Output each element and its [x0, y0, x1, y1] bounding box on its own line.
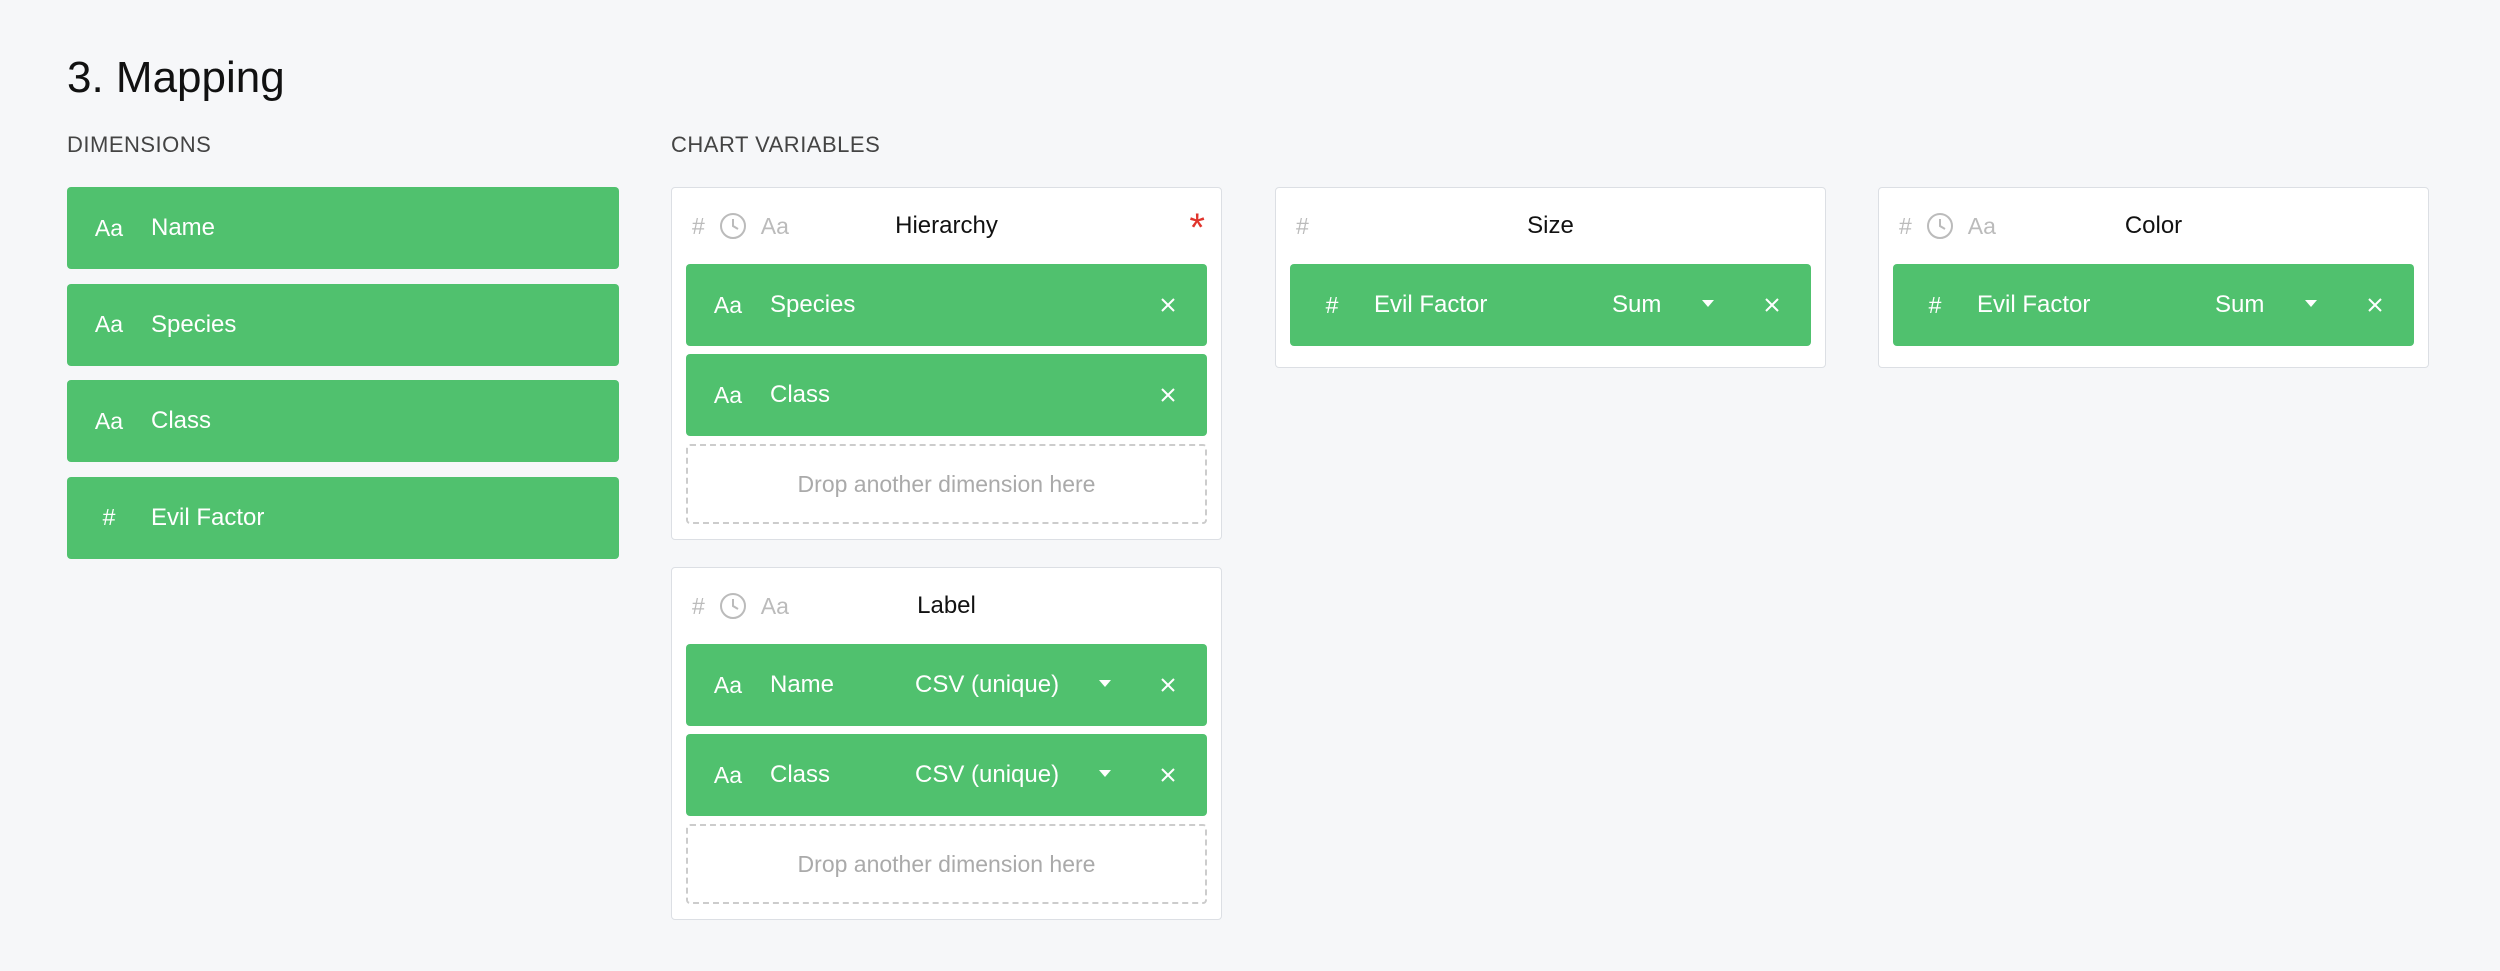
label-variable-card: # Aa Label Aa Name CSV (unique) Aa Class…: [671, 567, 1222, 920]
card-header: # Aa Color: [1879, 188, 2428, 264]
card-header: # Size: [1276, 188, 1825, 264]
dimension-label: Evil Factor: [151, 503, 265, 531]
chevron-down-icon[interactable]: [1099, 680, 1111, 687]
dimension-label: Species: [770, 291, 856, 318]
dimension-label: Evil Factor: [1977, 291, 2091, 318]
aggregation-select[interactable]: CSV (unique): [915, 761, 1059, 789]
chevron-down-icon[interactable]: [1702, 300, 1714, 307]
string-type-icon: Aa: [713, 291, 743, 318]
aggregation-select[interactable]: CSV (unique): [915, 671, 1059, 699]
size-variable-card: # Size # Evil Factor Sum: [1275, 187, 1826, 368]
mapped-dimension-class[interactable]: Aa Class: [686, 354, 1207, 436]
hierarchy-variable-card: # Aa Hierarchy * Aa Species Aa Class Dro…: [671, 187, 1222, 540]
dimension-label: Class: [151, 407, 212, 434]
card-title: Color: [2124, 212, 2183, 239]
close-icon[interactable]: [1763, 296, 1781, 314]
chevron-down-icon[interactable]: [2305, 300, 2317, 307]
number-type-icon: #: [1928, 291, 1942, 318]
close-icon[interactable]: [1159, 386, 1177, 404]
required-asterisk-icon: *: [1189, 206, 1205, 250]
string-type-icon: Aa: [94, 407, 124, 434]
number-type-icon: #: [102, 504, 116, 530]
chevron-down-icon[interactable]: [1099, 770, 1111, 777]
dimension-item-class[interactable]: Aa Class: [67, 380, 619, 462]
mapped-dimension-evil-factor[interactable]: # Evil Factor Sum: [1893, 264, 2414, 346]
string-type-icon: Aa: [94, 214, 124, 241]
mapped-dimension-evil-factor[interactable]: # Evil Factor Sum: [1290, 264, 1811, 346]
mapped-dimension-name[interactable]: Aa Name CSV (unique): [686, 644, 1207, 726]
close-icon[interactable]: [1159, 766, 1177, 784]
dimension-dropzone[interactable]: Drop another dimension here: [686, 824, 1207, 904]
aggregation-select[interactable]: Sum: [1612, 291, 1661, 319]
string-type-icon: Aa: [713, 761, 743, 788]
dimension-item-name[interactable]: Aa Name: [67, 187, 619, 269]
page-title: 3. Mapping: [67, 53, 285, 102]
mapped-dimension-class[interactable]: Aa Class CSV (unique): [686, 734, 1207, 816]
close-icon[interactable]: [1159, 296, 1177, 314]
color-variable-card: # Aa Color # Evil Factor Sum: [1878, 187, 2429, 368]
dimensions-heading: DIMENSIONS: [67, 132, 212, 157]
dimension-dropzone[interactable]: Drop another dimension here: [686, 444, 1207, 524]
string-type-icon: Aa: [94, 311, 124, 337]
number-type-icon: #: [1325, 291, 1339, 318]
aggregation-select[interactable]: Sum: [2215, 291, 2264, 319]
dimensions-list: Aa Name Aa Species Aa Class # Evil Facto…: [67, 187, 619, 573]
string-type-icon: Aa: [713, 381, 743, 408]
dimension-label: Name: [151, 214, 216, 241]
dimension-item-evil-factor[interactable]: # Evil Factor: [67, 476, 619, 559]
card-title: Hierarchy: [895, 212, 998, 239]
dimension-item-species[interactable]: Aa Species: [67, 283, 619, 366]
string-type-icon: Aa: [713, 671, 743, 698]
dimension-label: Name: [770, 671, 835, 698]
dimension-label: Class: [770, 381, 831, 408]
dimension-label: Class: [770, 761, 831, 788]
chart-variables-heading: CHART VARIABLES: [671, 132, 881, 157]
card-header: # Aa Label: [672, 568, 1221, 644]
dimension-label: Species: [151, 310, 237, 338]
dimension-label: Evil Factor: [1374, 291, 1488, 318]
card-title: Label: [917, 592, 976, 619]
card-title: Size: [1527, 212, 1574, 239]
mapped-dimension-species[interactable]: Aa Species: [686, 264, 1207, 346]
close-icon[interactable]: [2366, 296, 2384, 314]
close-icon[interactable]: [1159, 676, 1177, 694]
card-header: # Aa Hierarchy *: [672, 188, 1221, 264]
